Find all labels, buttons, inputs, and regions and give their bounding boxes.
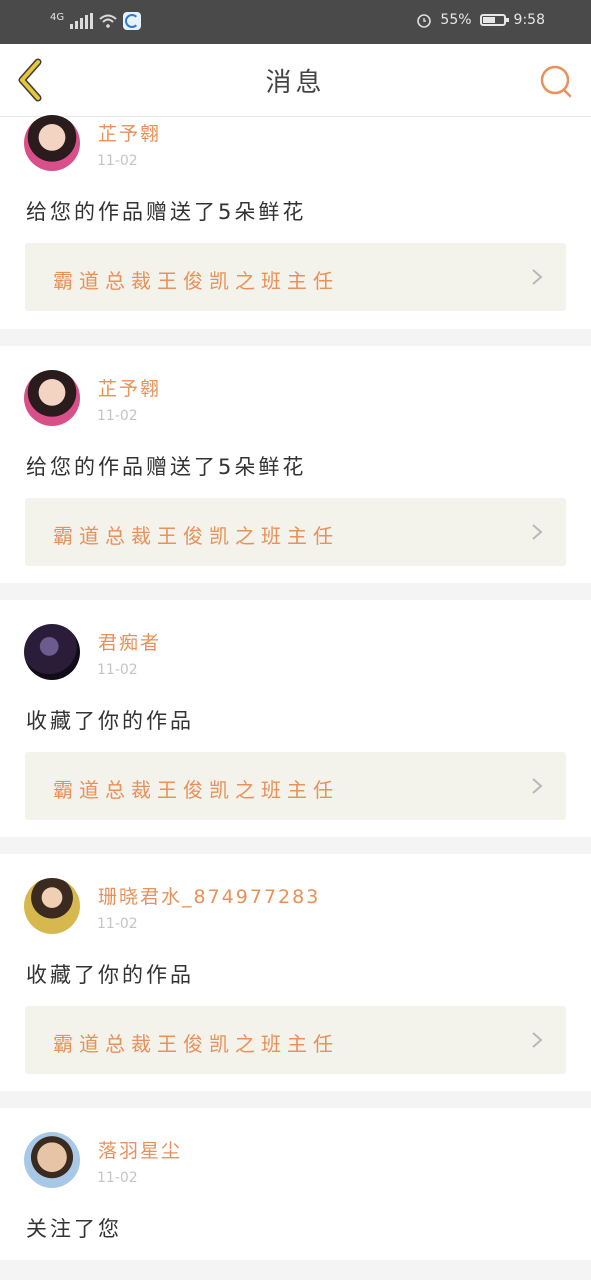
username[interactable]: 芷予翱: [98, 374, 161, 401]
header: 消息: [0, 44, 591, 117]
work-title: 霸道总裁王俊凯之班主任: [53, 1032, 339, 1056]
chevron-right-icon: [532, 778, 543, 794]
work-title: 霸道总裁王俊凯之班主任: [53, 524, 339, 548]
avatar[interactable]: [24, 1132, 80, 1188]
work-link[interactable]: 霸道总裁王俊凯之班主任: [25, 243, 566, 311]
battery-percent: 55%: [440, 12, 472, 28]
alarm-icon: [417, 14, 432, 28]
username[interactable]: 君痴者: [98, 628, 161, 655]
network-type: 4G: [50, 11, 65, 23]
page-title: 消息: [265, 68, 326, 98]
message-date: 11-02: [97, 153, 138, 169]
message-text: 关注了您: [26, 1217, 122, 1241]
app-notification-icon: [123, 12, 142, 30]
message-text: 给您的作品赠送了5朵鲜花: [26, 200, 307, 224]
avatar[interactable]: [24, 878, 80, 934]
work-title: 霸道总裁王俊凯之班主任: [53, 269, 339, 293]
chevron-right-icon: [532, 1032, 543, 1048]
message-date: 11-02: [97, 1170, 138, 1186]
message-card[interactable]: 芷予翱 11-02 给您的作品赠送了5朵鲜花 霸道总裁王俊凯之班主任: [0, 346, 591, 583]
work-link[interactable]: 霸道总裁王俊凯之班主任: [25, 752, 566, 820]
username[interactable]: 珊晓君水_874977283: [98, 882, 320, 909]
username[interactable]: 芷予翱: [98, 119, 161, 146]
work-title: 霸道总裁王俊凯之班主任: [53, 778, 339, 802]
work-link[interactable]: 霸道总裁王俊凯之班主任: [25, 1006, 566, 1074]
status-left: 4G: [50, 11, 142, 30]
message-text: 给您的作品赠送了5朵鲜花: [26, 455, 307, 479]
message-card[interactable]: 落羽星尘 11-02 关注了您: [0, 1108, 591, 1260]
message-date: 11-02: [97, 408, 138, 424]
message-card[interactable]: 君痴者 11-02 收藏了你的作品 霸道总裁王俊凯之班主任: [0, 600, 591, 837]
username[interactable]: 落羽星尘: [98, 1136, 182, 1163]
avatar[interactable]: [24, 115, 80, 171]
chevron-right-icon: [532, 524, 543, 540]
wifi-icon: [99, 14, 117, 28]
signal-icon: [70, 13, 94, 29]
message-date: 11-02: [97, 916, 138, 932]
message-card[interactable]: 珊晓君水_874977283 11-02 收藏了你的作品 霸道总裁王俊凯之班主任: [0, 854, 591, 1091]
message-text: 收藏了你的作品: [26, 709, 194, 733]
message-card[interactable]: 芷予翱 11-02 给您的作品赠送了5朵鲜花 霸道总裁王俊凯之班主任: [0, 115, 591, 329]
clock: 9:58: [513, 12, 545, 28]
search-icon: [540, 65, 572, 98]
message-text: 收藏了你的作品: [26, 963, 194, 987]
message-date: 11-02: [97, 662, 138, 678]
avatar[interactable]: [24, 624, 80, 680]
chevron-right-icon: [532, 269, 543, 285]
status-right: 55% 9:58: [416, 12, 545, 28]
work-link[interactable]: 霸道总裁王俊凯之班主任: [25, 498, 566, 566]
avatar[interactable]: [24, 370, 80, 426]
status-bar: 4G 55% 9:58: [0, 0, 591, 44]
battery-icon: [479, 14, 509, 26]
message-list: 芷予翱 11-02 给您的作品赠送了5朵鲜花 霸道总裁王俊凯之班主任 芷予翱 1…: [0, 115, 591, 1260]
search-button[interactable]: [537, 62, 577, 102]
